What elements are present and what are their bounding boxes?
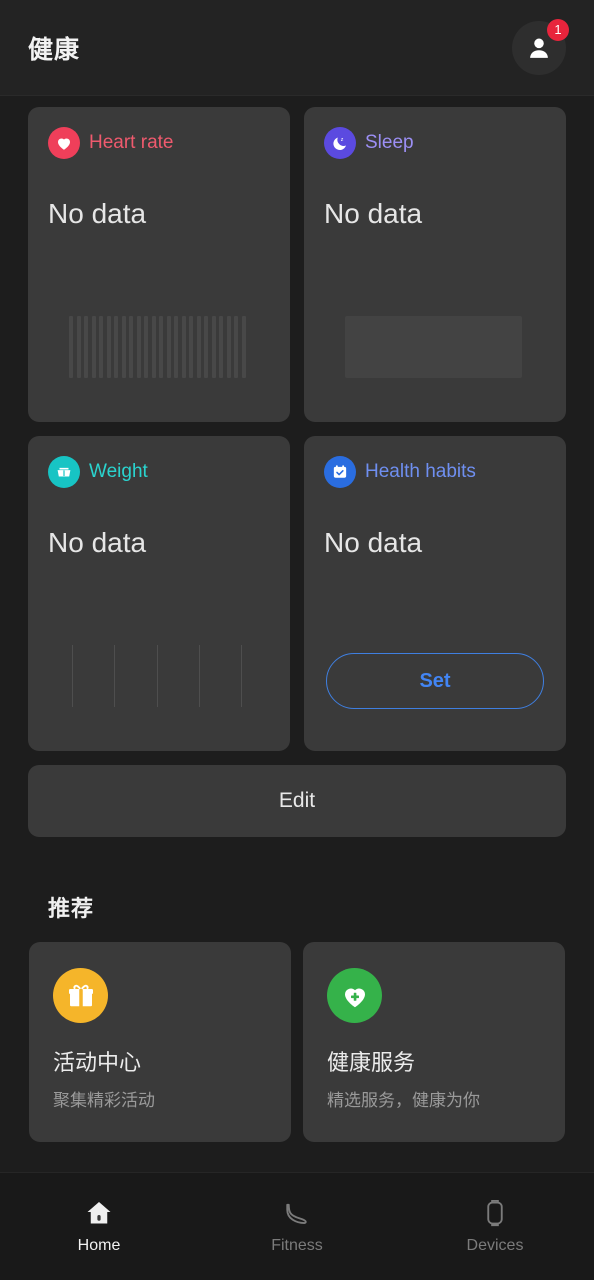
metric-card-sleep[interactable]: z Sleep No data — [304, 107, 566, 422]
metric-header: Health habits — [324, 456, 546, 488]
tab-devices[interactable]: Devices — [396, 1173, 594, 1280]
promo-subtitle: 精选服务，健康为你 — [327, 1091, 480, 1110]
gift-icon — [53, 968, 108, 1023]
metric-label: Health habits — [365, 461, 476, 482]
promo-title: 健康服务 — [327, 1050, 416, 1075]
promo-subtitle: 聚集精彩活动 — [53, 1091, 155, 1110]
promo-title: 活动中心 — [53, 1050, 142, 1075]
sleep-placeholder-chart — [345, 316, 522, 378]
edit-button[interactable]: Edit — [28, 765, 566, 837]
metric-header: Weight — [48, 456, 270, 488]
tab-home[interactable]: Home — [0, 1173, 198, 1280]
metric-header: Heart rate — [48, 127, 270, 159]
promo-card-health-services[interactable]: 健康服务 精选服务，健康为你 — [303, 942, 565, 1142]
set-habits-button[interactable]: Set — [326, 653, 544, 709]
app-header: 健康 1 — [0, 0, 594, 96]
svg-text:z: z — [341, 137, 344, 143]
tab-label: Devices — [466, 1237, 524, 1254]
person-icon — [530, 38, 548, 58]
content-scroll: Heart rate No data z Sleep No data Weigh… — [0, 96, 594, 1280]
app-screen: 健康 1 Heart rate No data z Sleep No data … — [0, 0, 594, 1280]
scale-icon — [48, 456, 80, 488]
metric-value: No data — [324, 198, 423, 229]
metric-label: Sleep — [365, 132, 414, 153]
page-title: 健康 — [28, 35, 81, 64]
metric-value: No data — [324, 527, 423, 558]
metric-card-grid: Heart rate No data z Sleep No data Weigh… — [28, 107, 566, 751]
tab-fitness[interactable]: Fitness — [198, 1173, 396, 1280]
tab-label: Fitness — [271, 1237, 323, 1254]
heart-rate-placeholder-chart — [69, 316, 246, 378]
moon-icon: z — [324, 127, 356, 159]
calendar-check-icon — [324, 456, 356, 488]
home-icon — [87, 1202, 111, 1224]
profile-button[interactable]: 1 — [512, 18, 569, 75]
notification-badge: 1 — [547, 18, 569, 41]
recommend-card-grid: 活动中心 聚集精彩活动 健康服务 精选服务，健康为你 — [28, 942, 566, 1142]
bottom-navigation: Home Fitness Devices — [0, 1172, 594, 1280]
metric-label: Weight — [89, 461, 148, 482]
heart-plus-icon — [327, 968, 382, 1023]
shoe-icon — [286, 1203, 307, 1224]
promo-card-activity-center[interactable]: 活动中心 聚集精彩活动 — [29, 942, 291, 1142]
metric-card-health-habits[interactable]: Health habits No data Set — [304, 436, 566, 751]
metric-label: Heart rate — [89, 132, 174, 153]
watch-icon — [487, 1199, 503, 1227]
metric-value: No data — [48, 527, 147, 558]
metric-card-weight[interactable]: Weight No data — [28, 436, 290, 751]
recommend-section-title: 推荐 — [48, 896, 95, 921]
metric-card-heart-rate[interactable]: Heart rate No data — [28, 107, 290, 422]
metric-value: No data — [48, 198, 147, 229]
tab-label: Home — [77, 1237, 121, 1254]
metric-header: z Sleep — [324, 127, 546, 159]
heart-icon — [48, 127, 80, 159]
weight-placeholder-chart — [72, 645, 242, 707]
